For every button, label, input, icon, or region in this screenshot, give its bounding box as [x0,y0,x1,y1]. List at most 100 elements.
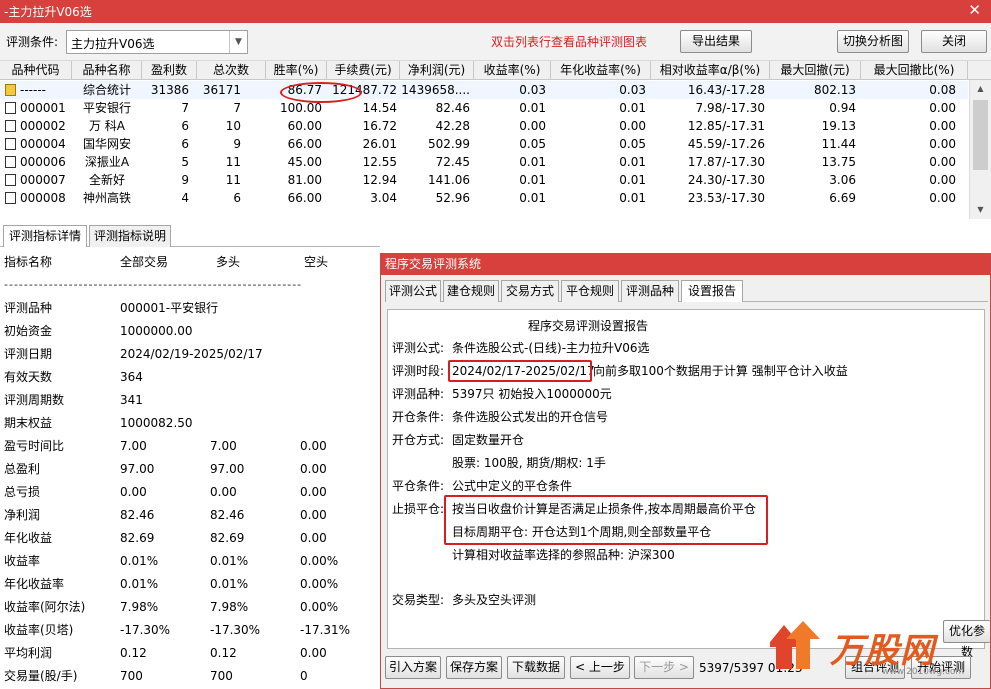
download-data-button[interactable]: 下载数据 [507,656,565,679]
metric-label: 年化收益 [4,531,53,545]
table-cell: 000004 [20,137,66,151]
detail-info-row: 有效天数 364 [0,367,380,387]
metric-all: 0.12 [120,646,147,660]
tab-open-rules[interactable]: 建仓规则 [443,280,499,302]
divider: ----------------------------------------… [4,278,303,291]
table-cell: 7 [233,101,241,115]
column-header[interactable]: 品种名称 [72,61,142,80]
condition-select[interactable]: 主力拉升V06选 ▼ [66,30,248,54]
prev-step-button[interactable]: < 上一步 [570,656,630,679]
table-row[interactable]: 000008 神州高铁 4 6 66.00 3.04 52.96 0.01 0.01 23.53/… [0,189,968,207]
tab-close-rules[interactable]: 平仓规则 [561,280,619,302]
report-label: 评测公式: [392,341,445,355]
table-row[interactable]: 000002 万 科A 6 10 60.00 16.72 42.28 0.00 0.00 12.8… [0,117,968,135]
column-header[interactable]: 胜率(%) [266,61,327,80]
table-row[interactable]: 000007 全新好 9 11 81.00 12.94 141.06 0.01 0.01 24.3… [0,171,968,189]
column-header[interactable]: 品种代码 [0,61,72,80]
detail-header: 多头 [216,255,241,269]
detail-label: 评测周期数 [4,393,65,407]
table-cell: 000007 [20,173,66,187]
metric-long: 0.12 [210,646,237,660]
table-cell: 19.13 [821,119,856,133]
table-cell: 万 科A [88,119,126,133]
column-header[interactable]: 最大回撤(元) [770,61,861,80]
table-row[interactable]: 000001 平安银行 7 7 100.00 14.54 82.46 0.01 0.01 7.98… [0,99,968,117]
table-cell: 0.01 [519,155,546,169]
table-cell: 0.01 [619,101,646,115]
metric-all: 82.69 [120,531,155,545]
report-value: 计算相对收益率选择的参照品种: 沪深300 [452,548,675,562]
metric-long: 97.00 [210,462,245,476]
column-header[interactable]: 净利润(元) [400,61,474,80]
table-cell: 0.01 [519,101,546,115]
table-row[interactable]: 000004 国华网安 6 9 66.00 26.01 502.99 0.05 0.05 45.5… [0,135,968,153]
metric-short: 0.00 [300,508,327,522]
next-step-button[interactable]: 下一步 > [634,656,694,679]
detail-header: 指标名称 [4,255,53,269]
table-cell: 9 [233,137,241,151]
column-header[interactable]: 最大回撤比(%) [861,61,968,80]
table-cell: 6.69 [829,191,856,205]
table-cell: 12.55 [362,155,397,169]
tab-indicator-details[interactable]: 评测指标详情 [3,225,87,247]
table-cell: 0.08 [929,83,956,97]
metric-all: 0.00 [120,485,147,499]
table-cell: 23.53/-17.30 [687,191,765,205]
column-header[interactable]: 年化收益率(%) [551,61,651,80]
report-value: 条件选股公式-(日线)-主力拉升V06选 [452,341,650,355]
metric-long: -17.30% [210,623,261,637]
table-cell: 0.00 [929,173,956,187]
switch-chart-button[interactable]: 切换分析图 [837,30,909,53]
table-cell: 11 [225,155,241,169]
tab-settings-report[interactable]: 设置报告 [681,280,743,302]
import-plan-button[interactable]: 引入方案 [385,656,441,679]
detail-panel: 指标名称 全部交易 多头 空头 ------------------------… [0,248,380,689]
chevron-down-icon[interactable]: ▼ [229,31,247,53]
tab-indicator-help[interactable]: 评测指标说明 [89,225,171,247]
scroll-down-icon[interactable]: ▼ [970,201,991,219]
export-button[interactable]: 导出结果 [680,30,752,53]
table-cell: 国华网安 [82,137,131,151]
close-icon[interactable]: ✕ [968,1,981,19]
scroll-thumb[interactable] [973,100,988,170]
metric-long: 7.98% [210,600,249,614]
table-scrollbar[interactable]: ▲ ▼ [969,80,991,219]
table-cell: 6 [181,119,189,133]
detail-tabs: 评测指标详情 评测指标说明 [0,223,380,247]
report-label: 开仓条件: [392,410,445,424]
metric-all: 97.00 [120,462,155,476]
table-cell: 802.13 [814,83,856,97]
tab-formula[interactable]: 评测公式 [385,280,441,302]
table-cell: 11 [225,173,241,187]
report-label: 评测品种: [392,387,445,401]
metric-long: 82.69 [210,531,245,545]
detail-value: 000001-平安银行 [120,301,219,315]
column-header[interactable]: 盈利数 [142,61,197,80]
arrow-logo-icon [770,621,820,669]
close-button[interactable]: 关闭 [921,30,987,53]
summary-row[interactable]: ------ 综合统计 31386 36171 86.77 121487.72 143965… [0,81,968,99]
detail-header: 全部交易 [120,255,169,269]
table-cell: 0.00 [929,191,956,205]
column-header[interactable]: 手续费(元) [327,61,400,80]
column-header[interactable]: 总次数 [197,61,266,80]
toolbar: 评测条件: 主力拉升V06选 ▼ 双击列表行查看品种评测图表 导出结果 切换分析… [0,23,991,61]
metric-long: 82.46 [210,508,245,522]
save-plan-button[interactable]: 保存方案 [446,656,502,679]
table-cell: 11.44 [821,137,856,151]
tab-trade-mode[interactable]: 交易方式 [501,280,559,302]
table-cell: 502.99 [428,137,470,151]
table-cell: 全新好 [88,173,125,187]
table-row[interactable]: 000006 深振业A 5 11 45.00 12.55 72.45 0.01 0.01 17.8… [0,153,968,171]
tab-variety[interactable]: 评测品种 [621,280,679,302]
detail-info-row: 期末权益 1000082.50 [0,413,380,433]
metric-row: 收益率 0.01% 0.01% 0.00% [0,551,380,571]
metric-label: 交易量(股/手) [4,669,78,683]
window-title: -主力拉升V06选 [4,5,92,19]
metric-row: 交易量(股/手) 700 700 0 [0,666,380,686]
column-header[interactable]: 相对收益率α/β(%) [651,61,770,80]
table-cell: ------ [20,83,46,97]
scroll-up-icon[interactable]: ▲ [970,80,991,98]
report-label: 止损平仓: [392,502,445,516]
column-header[interactable]: 收益率(%) [474,61,551,80]
